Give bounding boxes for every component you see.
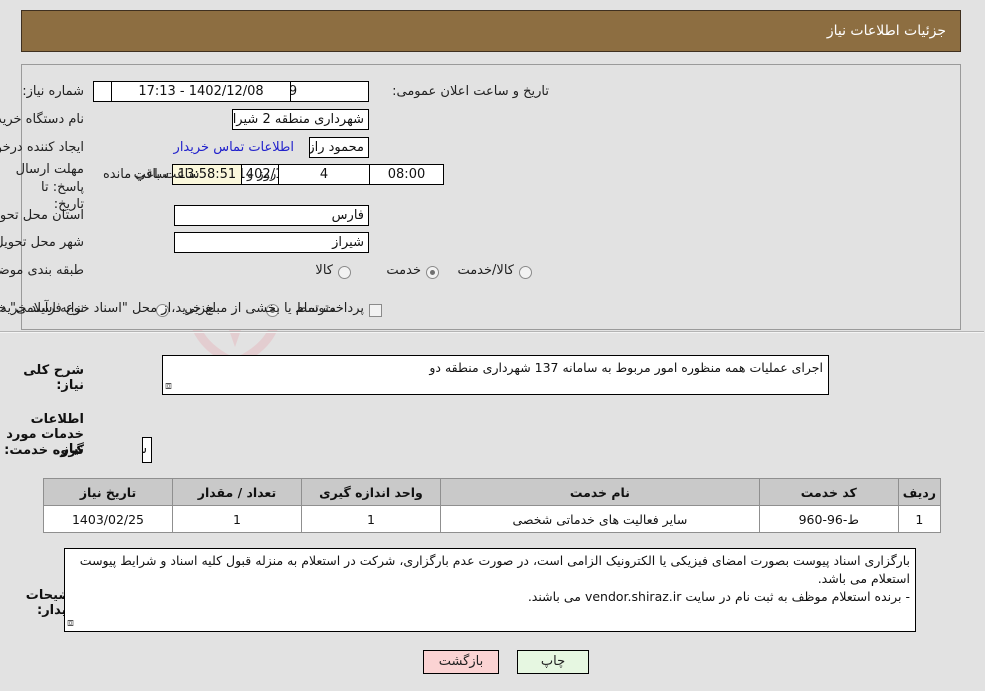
cell-code: ط-96-960 xyxy=(759,505,900,533)
section-divider-1 xyxy=(0,331,985,333)
remaining-days-value: 4 xyxy=(279,164,371,185)
treasury-docs-label: پرداخت تمام یا بخشی از مبلغ خرید،از محل … xyxy=(0,301,365,316)
province-label: استان محل تحویل: xyxy=(0,208,85,223)
page-title: جزئیات اطلاعات نیاز xyxy=(827,23,947,39)
col-code: کد خدمت xyxy=(759,478,900,506)
cell-row: 1 xyxy=(898,505,943,533)
need-number-label: شماره نیاز: xyxy=(23,84,85,99)
table-row[interactable]: 1 ط-96-960 سایر فعالیت های خدماتی شخصی 1… xyxy=(44,505,943,533)
buyer-notes-line-1: بارگزاری اسناد پیوست بصورت امضای فیزیکی … xyxy=(80,553,911,587)
need-info-panel xyxy=(22,64,962,330)
back-button[interactable]: بازگشت xyxy=(424,650,500,674)
cell-name: سایر فعالیت های خدماتی شخصی xyxy=(441,505,761,533)
col-qty: تعداد / مقدار xyxy=(173,478,303,506)
deadline-label: مهلت ارسال پاسخ: تا تاریخ: xyxy=(16,162,85,213)
category-radio-khedmat[interactable] xyxy=(427,266,440,279)
resize-grip-icon[interactable]: ⧈ xyxy=(166,378,173,394)
category-option-khedmat: خدمت xyxy=(387,263,422,278)
buyer-notes-textarea[interactable]: بارگزاری اسناد پیوست بصورت امضای فیزیکی … xyxy=(65,548,917,632)
print-button[interactable]: چاپ xyxy=(518,650,590,674)
public-announce-value: 1402/12/08 - 17:13 xyxy=(112,81,292,102)
days-label: روز و xyxy=(248,167,278,182)
cell-unit: 1 xyxy=(302,505,442,533)
cell-need-date: 1403/02/25 xyxy=(44,505,174,533)
description-text: اجرای عملیات همه منظوره امور مربوط به سا… xyxy=(430,360,824,375)
request-creator-label: ایجاد کننده درخواست: xyxy=(0,140,85,155)
category-option-kala: کالا xyxy=(316,263,334,278)
category-label: طبقه بندی موضوعی: xyxy=(0,263,85,278)
resize-grip-icon[interactable]: ⧈ xyxy=(68,615,75,631)
col-need-date: تاریخ نیاز xyxy=(44,478,174,506)
col-row: ردیف xyxy=(898,478,943,506)
buyer-contact-link[interactable]: اطلاعات تماس خریدار xyxy=(175,140,295,155)
description-label: شرح کلی نیاز: xyxy=(24,363,85,393)
category-radio-kala[interactable] xyxy=(339,266,352,279)
province-value: فارس xyxy=(175,205,370,226)
service-group-value: سایر فعالیت‌های خدماتی xyxy=(143,437,153,463)
request-creator-value: محمود رازقی مسئول قراردادها شهرداری منطق… xyxy=(310,137,370,158)
service-group-label: گروه خدمت: xyxy=(5,443,85,458)
buyer-org-value: شهرداری منطقه 2 شیراز xyxy=(233,109,370,130)
city-label: شهر محل تحویل: xyxy=(0,235,85,250)
cell-qty: 1 xyxy=(173,505,303,533)
city-value: شیراز xyxy=(175,232,370,253)
treasury-docs-checkbox[interactable] xyxy=(370,304,383,317)
table-header-row: ردیف کد خدمت نام خدمت واحد اندازه گیری ت… xyxy=(44,478,943,506)
col-unit: واحد اندازه گیری xyxy=(302,478,442,506)
col-name: نام خدمت xyxy=(441,478,761,506)
remaining-time-label: ساعت باقي مانده xyxy=(104,167,201,182)
category-option-kala-khedmat: کالا/خدمت xyxy=(458,263,515,278)
page-header: جزئیات اطلاعات نیاز xyxy=(22,10,962,52)
buyer-org-label: نام دستگاه خریدار: xyxy=(0,112,85,127)
buyer-notes-line-2: - برنده استعلام موظف به ثبت نام در سایت … xyxy=(528,589,911,605)
description-textarea[interactable]: اجرای عملیات همه منظوره امور مربوط به سا… xyxy=(163,355,830,395)
category-radio-kala-khedmat[interactable] xyxy=(520,266,533,279)
deadline-hour-value: 08:00 xyxy=(370,164,445,185)
services-table: ردیف کد خدمت نام خدمت واحد اندازه گیری ت… xyxy=(44,478,943,533)
public-announce-label: تاریخ و ساعت اعلان عمومی: xyxy=(393,84,550,99)
